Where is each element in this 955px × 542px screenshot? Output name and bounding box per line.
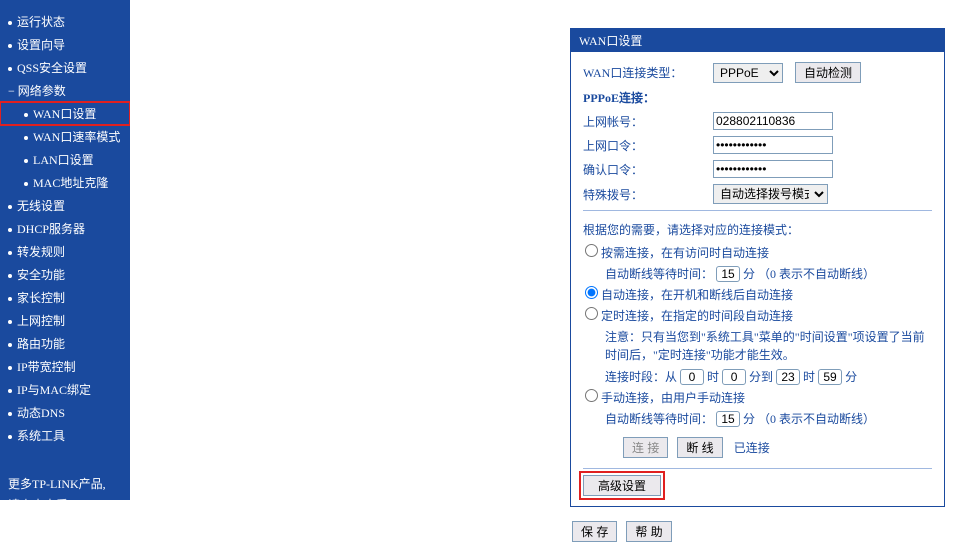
mode1-wait-post: 分 （0 表示不自动断线） [743, 267, 875, 281]
sidebar-item-5[interactable]: WAN口速率模式 [0, 125, 130, 148]
account-label: 上网帐号： [583, 113, 713, 130]
sidebar-item-11[interactable]: 安全功能 [0, 263, 130, 286]
mode4-wait-post: 分 （0 表示不自动断线） [743, 412, 875, 426]
sidebar-item-9[interactable]: DHCP服务器 [0, 217, 130, 240]
main-content: WAN口设置 WAN口连接类型： PPPoE 自动检测 PPPoE连接： 上网帐… [130, 0, 955, 500]
confirm-label: 确认口令： [583, 161, 713, 178]
sidebar-item-14[interactable]: 路由功能 [0, 332, 130, 355]
account-input[interactable] [713, 112, 833, 130]
sidebar-item-1[interactable]: 设置向导 [0, 33, 130, 56]
pppoe-section-label: PPPoE连接： [583, 89, 932, 106]
sidebar-item-2[interactable]: QSS安全设置 [0, 56, 130, 79]
sidebar-footer: 更多TP-LINK产品, 请点击查看 >> [0, 467, 130, 521]
confirm-input[interactable] [713, 160, 833, 178]
footer-link[interactable]: 请点击查看 >> [8, 494, 122, 515]
disconnect-button[interactable]: 断 线 [677, 437, 722, 458]
mode-timed-note: 注意：只有当您到"系统工具"菜单的"时间设置"项设置了当前时间后，"定时连接"功… [605, 328, 932, 364]
password-label: 上网口令： [583, 137, 713, 154]
sidebar-item-3[interactable]: −网络参数 [0, 79, 130, 102]
mode-prompt: 根据您的需要，请选择对应的连接模式： [583, 221, 932, 238]
dial-label: 特殊拨号： [583, 186, 713, 203]
period-pre: 连接时段：从 [605, 370, 677, 384]
sidebar: 运行状态设置向导QSS安全设置−网络参数WAN口设置WAN口速率模式LAN口设置… [0, 0, 130, 500]
period-from-hour[interactable] [680, 369, 704, 385]
mode-timed-label: 定时连接，在指定的时间段自动连接 [601, 309, 793, 323]
mode4-wait-input[interactable] [716, 411, 740, 427]
sidebar-item-17[interactable]: 动态DNS [0, 401, 130, 424]
wan-type-label: WAN口连接类型： [583, 64, 713, 81]
sidebar-item-12[interactable]: 家长控制 [0, 286, 130, 309]
sidebar-item-16[interactable]: IP与MAC绑定 [0, 378, 130, 401]
auto-detect-button[interactable]: 自动检测 [795, 62, 861, 83]
mode-ondemand-label: 按需连接，在有访问时自动连接 [601, 246, 769, 260]
mode-manual-label: 手动连接，由用户手动连接 [601, 391, 745, 405]
sidebar-item-8[interactable]: 无线设置 [0, 194, 130, 217]
sidebar-item-4[interactable]: WAN口设置 [0, 102, 130, 125]
dial-mode-select[interactable]: 自动选择拨号模式 [713, 184, 828, 204]
connect-button[interactable]: 连 接 [623, 437, 668, 458]
mode1-wait-input[interactable] [716, 266, 740, 282]
advanced-settings-button[interactable]: 高级设置 [583, 475, 661, 496]
sidebar-item-0[interactable]: 运行状态 [0, 10, 130, 33]
save-button[interactable]: 保 存 [572, 521, 617, 542]
footer-more: 更多TP-LINK产品, [8, 473, 122, 494]
mode1-wait-pre: 自动断线等待时间： [605, 267, 713, 281]
mode-auto-label: 自动连接，在开机和断线后自动连接 [601, 288, 793, 302]
help-button[interactable]: 帮 助 [626, 521, 671, 542]
sidebar-item-6[interactable]: LAN口设置 [0, 148, 130, 171]
mode-timed-radio[interactable] [585, 307, 598, 320]
sidebar-item-10[interactable]: 转发规则 [0, 240, 130, 263]
wan-type-select[interactable]: PPPoE [713, 63, 783, 83]
sidebar-item-15[interactable]: IP带宽控制 [0, 355, 130, 378]
panel-title: WAN口设置 [571, 29, 944, 52]
mode-ondemand-radio[interactable] [585, 244, 598, 257]
connection-status: 已连接 [734, 441, 770, 455]
period-from-min[interactable] [722, 369, 746, 385]
mode-auto-radio[interactable] [585, 286, 598, 299]
sidebar-item-13[interactable]: 上网控制 [0, 309, 130, 332]
wan-settings-panel: WAN口设置 WAN口连接类型： PPPoE 自动检测 PPPoE连接： 上网帐… [570, 28, 945, 507]
period-to-min[interactable] [818, 369, 842, 385]
mode4-wait-pre: 自动断线等待时间： [605, 412, 713, 426]
password-input[interactable] [713, 136, 833, 154]
sidebar-item-7[interactable]: MAC地址克隆 [0, 171, 130, 194]
sidebar-item-18[interactable]: 系统工具 [0, 424, 130, 447]
mode-manual-radio[interactable] [585, 389, 598, 402]
period-to-hour[interactable] [776, 369, 800, 385]
